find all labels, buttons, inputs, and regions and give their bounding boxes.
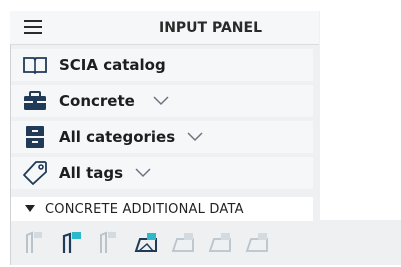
cabinet-icon bbox=[20, 122, 50, 152]
member-data-icon bbox=[94, 228, 124, 256]
material-dropdown[interactable]: Concrete bbox=[11, 85, 313, 117]
categories-dropdown-value: All categories bbox=[59, 128, 176, 146]
surface-data-icon bbox=[242, 228, 272, 256]
book-icon bbox=[20, 50, 50, 80]
concrete-additional-data-header[interactable]: CONCRETE ADDITIONAL DATA bbox=[11, 197, 313, 221]
chevron-down-icon bbox=[153, 96, 169, 106]
surface-data-icon bbox=[205, 228, 235, 256]
toolbox-icon bbox=[20, 86, 50, 116]
member-data-icon bbox=[20, 228, 50, 256]
tags-dropdown[interactable]: All tags bbox=[11, 157, 313, 189]
material-dropdown-value: Concrete bbox=[59, 92, 135, 110]
surface-data-icon[interactable] bbox=[131, 228, 161, 256]
tags-dropdown-value: All tags bbox=[59, 164, 124, 182]
panel-header: INPUT PANEL bbox=[10, 11, 319, 45]
chevron-down-icon bbox=[187, 132, 203, 142]
scia-catalog-label: SCIA catalog bbox=[59, 56, 166, 74]
categories-dropdown[interactable]: All categories bbox=[11, 121, 313, 153]
scia-catalog-row[interactable]: SCIA catalog bbox=[11, 49, 313, 81]
tag-icon bbox=[20, 158, 50, 188]
collapse-triangle-icon bbox=[25, 205, 35, 213]
chevron-down-icon bbox=[135, 168, 151, 178]
surface-data-icon bbox=[168, 228, 198, 256]
panel-title: INPUT PANEL bbox=[159, 20, 262, 36]
member-data-icon[interactable] bbox=[57, 228, 87, 256]
additional-data-toolbar bbox=[11, 224, 313, 260]
section-label: CONCRETE ADDITIONAL DATA bbox=[45, 201, 244, 217]
workspace-background bbox=[320, 220, 401, 265]
